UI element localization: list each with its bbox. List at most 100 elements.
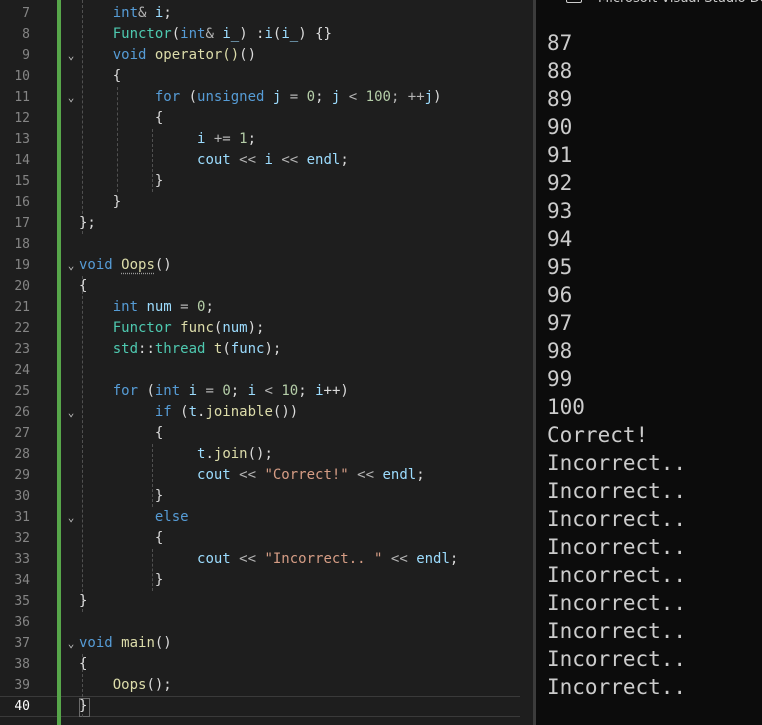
token: i <box>264 152 273 168</box>
token: ; <box>298 383 316 399</box>
line-number: 39 <box>14 678 30 693</box>
code-line-8[interactable]: Functor(int& i_) :i(i_) {} <box>79 24 332 45</box>
line-number-gutter[interactable]: 7 8 9 10 11 12 13 14 15 16 17 18 19 20 2… <box>0 0 34 725</box>
token: Oops <box>121 257 155 273</box>
console-output-line: 90 <box>547 115 573 139</box>
code-line-34[interactable]: } <box>79 570 163 591</box>
code-editor[interactable]: 7 8 9 10 11 12 13 14 15 16 17 18 19 20 2… <box>0 0 533 725</box>
token: cout <box>197 152 231 168</box>
token: << <box>382 551 417 567</box>
token: += <box>205 131 240 147</box>
line-number: 36 <box>14 615 30 630</box>
fold-chevron-icon[interactable]: ⌄ <box>64 255 78 276</box>
line-number: 33 <box>14 552 30 567</box>
token: . <box>205 446 214 462</box>
token: ) {} <box>298 26 332 42</box>
token: main <box>121 635 155 651</box>
code-line-30[interactable]: } <box>79 486 163 507</box>
code-line-39[interactable]: Oops(); <box>79 675 172 696</box>
line-number: 14 <box>14 153 30 168</box>
code-line-16[interactable]: } <box>79 192 121 213</box>
token: { <box>79 278 88 294</box>
token: < <box>256 383 282 399</box>
code-line-40[interactable]: } <box>79 696 87 717</box>
token: for <box>112 383 139 399</box>
code-line-13[interactable]: i += 1; <box>79 129 256 150</box>
code-line-11[interactable]: for (unsigned j = 0; j < 100; ++j) <box>79 87 442 108</box>
code-line-10[interactable]: { <box>79 66 121 87</box>
token: } <box>154 572 164 588</box>
console-output-line: 89 <box>547 87 573 111</box>
code-line-29[interactable]: cout << "Correct!" << endl; <box>79 465 425 486</box>
line-number: 15 <box>14 174 30 189</box>
code-line-27[interactable]: { <box>79 423 163 444</box>
fold-chevron-icon[interactable]: ⌄ <box>64 402 78 423</box>
fold-chevron-icon[interactable]: ⌄ <box>64 45 78 66</box>
token: { <box>154 110 164 126</box>
token: cout <box>197 467 231 483</box>
code-line-17[interactable]: }; <box>79 213 96 234</box>
token: (); <box>146 677 172 693</box>
code-line-14[interactable]: cout << i << endl; <box>79 150 349 171</box>
token: ( <box>171 26 181 42</box>
code-line-12[interactable]: { <box>79 108 163 129</box>
token: << <box>230 551 265 567</box>
code-line-33[interactable]: cout << "Incorrect.. " << endl; <box>79 549 458 570</box>
editor-scrollbar[interactable] <box>520 0 533 725</box>
token: (); <box>247 446 273 462</box>
console-output-line: 91 <box>547 143 573 167</box>
code-line-21[interactable]: int num = 0; <box>79 297 214 318</box>
token: ; <box>315 89 332 105</box>
token: j <box>424 89 434 105</box>
debug-console-window[interactable]: Microsoft Visual Studio Debug Console 87… <box>536 0 762 725</box>
code-line-37[interactable]: void main() <box>79 633 172 654</box>
token: ++) <box>323 383 349 399</box>
code-line-32[interactable]: { <box>79 528 163 549</box>
fold-chevron-icon[interactable]: ⌄ <box>64 633 78 654</box>
line-number: 25 <box>14 384 30 399</box>
token: :: <box>138 341 155 357</box>
token: & <box>205 26 223 42</box>
code-line-26[interactable]: if (t.joinable()) <box>79 402 298 423</box>
console-output-line: Incorrect.. <box>547 647 687 671</box>
code-line-9[interactable]: void operator()() <box>79 45 256 66</box>
token: i <box>247 383 257 399</box>
token: joinable <box>205 404 273 420</box>
token: } <box>154 488 164 504</box>
line-number: 22 <box>14 321 30 336</box>
token: ()) <box>272 404 299 420</box>
fold-chevron-icon[interactable]: ⌄ <box>64 87 78 108</box>
console-output-line: 93 <box>547 199 573 223</box>
console-output-line: 99 <box>547 367 573 391</box>
code-line-31[interactable]: else <box>79 507 189 528</box>
code-line-20[interactable]: { <box>79 276 87 297</box>
token: } <box>79 698 88 714</box>
code-line-7[interactable]: int& i; <box>79 3 172 24</box>
token: << <box>272 152 307 168</box>
token: int <box>112 299 139 315</box>
line-number: 32 <box>14 531 30 546</box>
line-number: 16 <box>14 195 30 210</box>
token: endl <box>306 152 341 168</box>
token: Functor <box>112 320 172 336</box>
code-line-28[interactable]: t.join(); <box>79 444 273 465</box>
token: endl <box>416 551 450 567</box>
console-output-line: 95 <box>547 255 573 279</box>
token: i <box>315 383 324 399</box>
token: num <box>222 320 248 336</box>
code-line-19[interactable]: void Oops() <box>79 255 172 276</box>
code-line-25[interactable]: for (int i = 0; i < 10; i++) <box>79 381 349 402</box>
console-output-line: 96 <box>547 283 573 307</box>
fold-chevron-icon[interactable]: ⌄ <box>64 507 78 528</box>
code-line-23[interactable]: std::thread t(func); <box>79 339 282 360</box>
token: t <box>188 404 198 420</box>
code-line-22[interactable]: Functor func(num); <box>79 318 265 339</box>
token: for <box>154 89 181 105</box>
code-line-35[interactable]: } <box>79 591 87 612</box>
code-line-38[interactable]: { <box>79 654 87 675</box>
code-line-15[interactable]: } <box>79 171 163 192</box>
console-output-line: Incorrect.. <box>547 507 687 531</box>
token: << <box>230 152 265 168</box>
token: 1 <box>239 131 248 147</box>
